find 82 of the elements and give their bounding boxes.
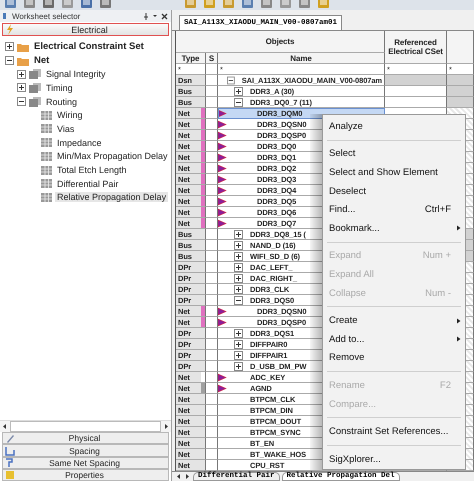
spacing-icon [5, 446, 15, 456]
expand-icon[interactable] [234, 350, 243, 360]
pen-icon [5, 433, 15, 444]
tree-item[interactable]: Impedance [55, 138, 104, 148]
category-button[interactable]: Properties [2, 468, 169, 481]
toolbar-icon[interactable] [23, 0, 36, 9]
category-button[interactable]: Physical [2, 432, 169, 444]
category-button[interactable]: Same Net Spacing [2, 456, 169, 469]
column-header: Type [176, 53, 206, 64]
expand-icon[interactable] [234, 274, 243, 282]
scroll-right-icon[interactable] [184, 473, 191, 480]
tree-item[interactable]: Vias [55, 124, 76, 134]
collapse-icon[interactable] [227, 76, 235, 84]
folder-icon [17, 42, 29, 52]
toolbar-icon[interactable] [298, 0, 311, 9]
table-cell [385, 75, 447, 86]
category-button[interactable]: Spacing [2, 444, 169, 457]
table-icon [41, 166, 52, 175]
horizontal-scrollbar[interactable] [10, 421, 161, 432]
expand-icon[interactable] [234, 86, 243, 96]
stack-icon [29, 82, 41, 93]
dropdown-icon[interactable] [152, 12, 158, 20]
scroll-left-icon[interactable] [175, 473, 182, 480]
table-cell [447, 75, 474, 86]
tree-item[interactable]: Wiring [55, 110, 85, 120]
table-icon [41, 124, 52, 134]
column-header: Objects [176, 31, 385, 53]
toolbar-icon[interactable] [80, 0, 93, 9]
panel-icon [3, 12, 9, 20]
spacing-icon [5, 458, 15, 468]
shortcut-label: F2 [440, 380, 451, 391]
tree-item[interactable]: Timing [44, 82, 75, 93]
folder-icon [17, 56, 29, 66]
expand-icon[interactable] [234, 340, 243, 348]
column-header: Referenced Electrical CSet [385, 31, 447, 64]
expand-icon[interactable] [234, 328, 243, 338]
toolbar-icon[interactable] [241, 0, 254, 9]
table-icon [41, 192, 52, 202]
table-icon [41, 110, 52, 120]
toolbar-icon[interactable] [42, 0, 55, 9]
expand-icon[interactable] [234, 252, 243, 260]
table-icon [41, 179, 52, 188]
category-button[interactable]: Electrical [2, 23, 169, 36]
expand-icon[interactable] [17, 70, 26, 79]
toolbar-icon[interactable] [4, 0, 17, 9]
tree-item[interactable]: Net [32, 55, 52, 66]
tree-item[interactable]: Relative Propagation Delay [55, 192, 168, 202]
note-icon [5, 470, 15, 480]
stack-icon [29, 96, 41, 107]
lightning-icon [6, 24, 14, 35]
collapse-icon[interactable] [5, 56, 14, 66]
close-icon[interactable] [161, 12, 168, 20]
expand-icon[interactable] [234, 240, 243, 250]
expand-icon[interactable] [234, 284, 243, 294]
shortcut-label: Ctrl+F [424, 204, 451, 216]
tree-item[interactable]: Min/Max Propagation Delay [55, 151, 170, 162]
expand-icon[interactable] [17, 83, 26, 92]
tree-item[interactable]: Signal Integrity [44, 69, 108, 80]
tree-item[interactable]: Routing [44, 96, 80, 107]
column-header: S [206, 53, 218, 64]
table-cell [447, 86, 474, 97]
tree-item[interactable]: Differential Pair [55, 178, 120, 189]
stack-icon [29, 69, 41, 80]
toolbar-icon[interactable] [99, 0, 112, 9]
panel-title: Worksheet selector [12, 12, 82, 20]
expand-icon[interactable] [234, 362, 243, 370]
shortcut-label: Num + [422, 250, 451, 262]
table-cell [447, 97, 474, 108]
tree-item[interactable]: Electrical Constraint Set [32, 41, 146, 52]
collapse-icon[interactable] [17, 97, 26, 106]
collapse-icon[interactable] [234, 296, 243, 304]
table-icon [41, 138, 52, 148]
column-header: Name [218, 53, 385, 64]
expand-icon[interactable] [5, 42, 14, 52]
pin-icon[interactable] [143, 12, 149, 20]
table-icon [41, 152, 52, 161]
toolbar-icon[interactable] [260, 0, 273, 9]
shortcut-label: Num - [425, 288, 451, 299]
expand-icon[interactable] [234, 262, 243, 272]
expand-icon[interactable] [234, 230, 243, 238]
collapse-icon[interactable] [234, 98, 243, 106]
tree-item[interactable]: Total Etch Length [55, 165, 129, 176]
